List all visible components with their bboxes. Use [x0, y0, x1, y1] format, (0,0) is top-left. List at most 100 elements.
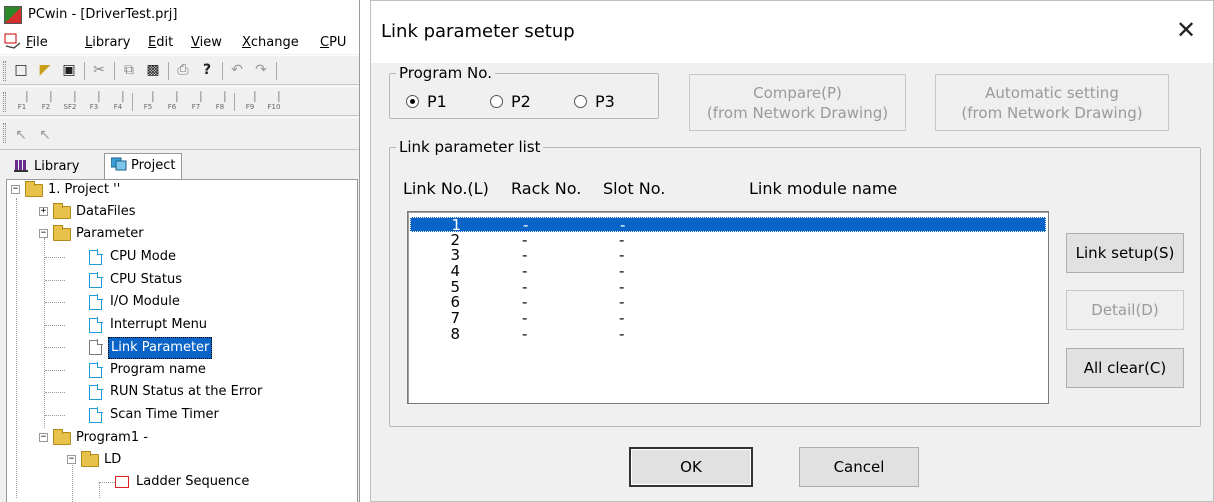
document-icon [89, 272, 103, 288]
folder-open-icon [53, 225, 71, 241]
list-item[interactable]: 3-- [410, 248, 1046, 263]
pcwin-app-icon [4, 6, 22, 24]
list-item[interactable]: 5-- [410, 280, 1046, 295]
dialog-title: Link parameter setup [381, 21, 575, 42]
tab-project[interactable]: Project [104, 153, 183, 180]
document-icon [89, 317, 103, 333]
toolbar-separator [276, 62, 277, 80]
pane-tabs: Library Project [0, 151, 359, 180]
list-item[interactable]: 2-- [410, 233, 1046, 248]
link-parameter-listbox[interactable]: 1-- 2-- 3-- 4-- 5-- 6-- 7-- 8-- [407, 211, 1049, 404]
document-icon [89, 294, 103, 310]
f5-line-icon[interactable]: ⎹ F5 [138, 91, 158, 113]
radio-p3[interactable]: P3 [574, 92, 615, 111]
menu-file[interactable]: File [26, 35, 48, 50]
open-icon[interactable]: ◤ [36, 61, 54, 79]
redo-icon[interactable]: ↷ [252, 61, 270, 79]
copy-icon[interactable]: ⧉ [120, 61, 138, 79]
f2-contact-icon[interactable]: ⎹ F2 [36, 91, 56, 113]
tree-connector [45, 257, 65, 258]
new-icon[interactable]: □ [12, 61, 30, 79]
f4-contact-icon[interactable]: ⎹ F4 [108, 91, 128, 113]
save-icon[interactable]: ▣ [60, 61, 78, 79]
collapse-icon[interactable]: − [39, 433, 48, 442]
ok-button[interactable]: OK [629, 447, 753, 487]
menu-view[interactable]: View [191, 35, 222, 50]
menu-xchange[interactable]: Xchange [242, 35, 299, 50]
pcwin-titlebar: PCwin - [DriverTest.prj] [0, 0, 359, 30]
tree-connector [99, 482, 115, 483]
paste-icon[interactable]: ▩ [144, 61, 162, 79]
collapse-icon[interactable]: − [67, 455, 76, 464]
collapse-icon[interactable]: − [11, 185, 20, 194]
print-icon[interactable]: ⎙ [174, 61, 192, 79]
cancel-button[interactable]: Cancel [799, 447, 919, 487]
tree-connector [45, 302, 65, 303]
toolbar-separator [168, 62, 169, 80]
pcwin-window: PCwin - [DriverTest.prj] File Library Ed… [0, 0, 360, 502]
tree-connector [45, 392, 65, 393]
tab-library[interactable]: Library [8, 155, 85, 179]
collapse-icon[interactable]: − [39, 229, 48, 238]
undo-icon[interactable]: ↶ [228, 61, 246, 79]
list-item[interactable]: 8-- [410, 327, 1046, 342]
radio-p1[interactable]: P1 [406, 92, 447, 111]
multi-select-pointer-icon[interactable]: ↖ [36, 126, 54, 144]
toolbar-grip[interactable] [3, 61, 6, 81]
list-item[interactable]: 6-- [410, 295, 1046, 310]
close-icon[interactable]: ✕ [1171, 15, 1201, 45]
dialog-titlebar: Link parameter setup ✕ [371, 1, 1213, 63]
toolbar-separator [114, 62, 115, 80]
all-clear-button[interactable]: All clear(C) [1066, 348, 1184, 388]
tree-connector [45, 280, 65, 281]
program-no-group: Program No. P1 P2 P3 [389, 64, 659, 119]
list-item[interactable]: 1-- [410, 217, 1046, 233]
document-icon [89, 384, 103, 400]
tree-connector [44, 238, 45, 428]
compare-button[interactable]: Compare(P) (from Network Drawing) [689, 74, 906, 131]
tree-connector [45, 415, 65, 416]
project-tree: − 1. Project '' + DataFiles − Parameter … [6, 179, 358, 502]
select-pointer-icon[interactable]: ↖ [12, 126, 30, 144]
toolbar-separator [84, 62, 85, 80]
tree-connector [45, 325, 65, 326]
f7-line-icon[interactable]: ⎹ F7 [186, 91, 206, 113]
detail-button[interactable]: Detail(D) [1066, 290, 1184, 330]
toolbar-grip[interactable] [3, 92, 6, 112]
toolbar-grip[interactable] [3, 123, 6, 143]
f3-contact-icon[interactable]: ⎹ F3 [84, 91, 104, 113]
f6-line-icon[interactable]: ⎹ F6 [162, 91, 182, 113]
window-title: PCwin - [DriverTest.prj] [28, 7, 178, 22]
menu-library[interactable]: Library [85, 35, 130, 50]
expand-icon[interactable]: + [39, 207, 48, 216]
f8-line-icon[interactable]: ⎹ F8 [210, 91, 230, 113]
header-rack-no: Rack No. [511, 179, 582, 198]
radio-checked-icon [406, 95, 419, 108]
project-icon [111, 157, 127, 171]
menu-cpu[interactable]: CPU [320, 35, 346, 50]
sf2-contact-icon[interactable]: ⎹ SF2 [60, 91, 80, 113]
pointer-toolbar: ↖ ↖ [0, 117, 359, 150]
document-icon [89, 249, 103, 265]
list-item[interactable]: 7-- [410, 311, 1046, 326]
toolbar-separator [132, 93, 133, 111]
tree-connector [99, 482, 100, 498]
link-setup-button[interactable]: Link setup(S) [1066, 233, 1184, 273]
f1-contact-icon[interactable]: ⎹ F1 [12, 91, 32, 113]
header-slot-no: Slot No. [603, 179, 666, 198]
document-icon [89, 362, 103, 378]
cut-icon[interactable]: ✂ [90, 61, 108, 79]
f9-coil-icon[interactable]: ⎹ F9 [240, 91, 260, 113]
automatic-setting-button[interactable]: Automatic setting (from Network Drawing) [935, 74, 1169, 131]
radio-unchecked-icon [490, 95, 503, 108]
f10-coil-icon[interactable]: ⎹ F10 [264, 91, 284, 113]
radio-p2[interactable]: P2 [490, 92, 531, 111]
tree-connector [16, 198, 17, 498]
menu-edit[interactable]: Edit [148, 35, 173, 50]
header-link-no: Link No.(L) [403, 179, 489, 198]
list-item[interactable]: 4-- [410, 264, 1046, 279]
document-blank-icon [89, 339, 103, 355]
help-icon[interactable]: ? [198, 61, 216, 79]
document-icon [4, 33, 21, 49]
tree-connector [45, 370, 65, 371]
